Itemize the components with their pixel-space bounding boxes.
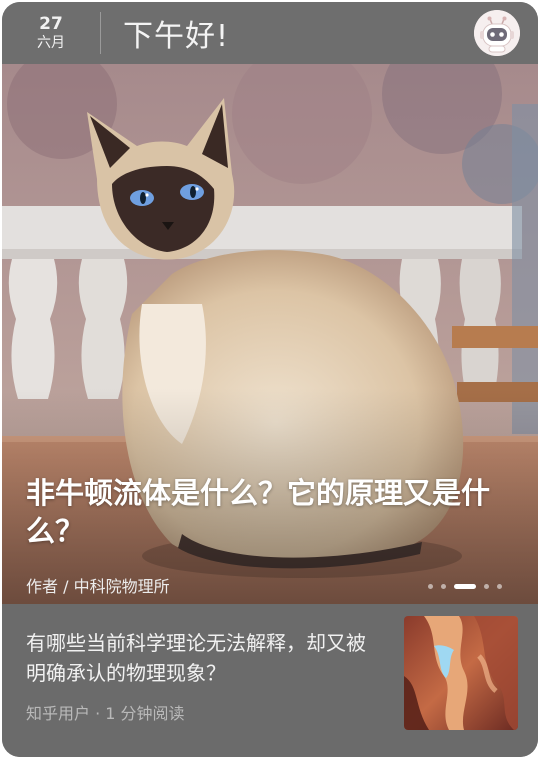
- article-thumbnail[interactable]: [404, 616, 518, 730]
- header-divider: [100, 12, 101, 54]
- article-title[interactable]: 有哪些当前科学理论无法解释，却又被明确承认的物理现象？: [26, 628, 376, 688]
- featured-article-title[interactable]: 非牛顿流体是什么？它的原理又是什么？: [26, 474, 532, 550]
- article-card[interactable]: 有哪些当前科学理论无法解释，却又被明确承认的物理现象？ 知乎用户 · 1 分钟阅…: [2, 604, 538, 757]
- top-bar: 27 六月 下午好!: [2, 2, 538, 64]
- date-display: 27 六月: [2, 14, 100, 52]
- carousel-indicator: [428, 584, 502, 589]
- carousel-dot[interactable]: [428, 584, 433, 589]
- date-month: 六月: [37, 35, 65, 51]
- featured-article-author: 作者 / 中科院物理所: [26, 577, 170, 596]
- app-frame: 27 六月 下午好! 非牛顿流体是什么？它的原理又是什么？ 作者 / 中科院物理…: [2, 2, 538, 757]
- greeting-text: 下午好!: [123, 19, 230, 54]
- featured-article-carousel[interactable]: 非牛顿流体是什么？它的原理又是什么？ 作者 / 中科院物理所: [2, 64, 538, 604]
- carousel-dot[interactable]: [441, 584, 446, 589]
- date-day: 27: [39, 14, 63, 34]
- carousel-dot[interactable]: [497, 584, 502, 589]
- carousel-dot[interactable]: [484, 584, 489, 589]
- robot-avatar-icon[interactable]: [474, 10, 520, 56]
- article-meta: 知乎用户 · 1 分钟阅读: [26, 704, 185, 723]
- carousel-dot-active[interactable]: [454, 584, 476, 589]
